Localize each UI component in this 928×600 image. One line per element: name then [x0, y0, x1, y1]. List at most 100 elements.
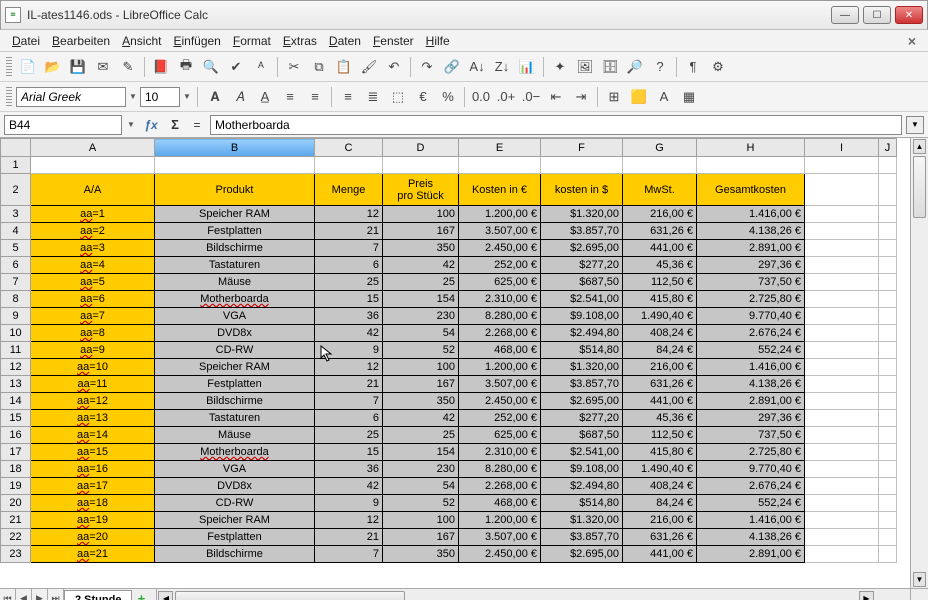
- cell[interactable]: [805, 376, 879, 393]
- align-right-icon[interactable]: ≡: [336, 85, 360, 109]
- tab-last-icon[interactable]: ⏭: [48, 589, 64, 600]
- column-header-C[interactable]: C: [315, 139, 383, 157]
- currency-icon[interactable]: €: [411, 85, 435, 109]
- cell[interactable]: 230: [383, 308, 459, 325]
- cell[interactable]: 112,50 €: [623, 427, 697, 444]
- cell[interactable]: 408,24 €: [623, 478, 697, 495]
- copy-icon[interactable]: ⧉: [307, 55, 331, 79]
- row-header-12[interactable]: 12: [1, 359, 31, 376]
- cell[interactable]: aa=17: [31, 478, 155, 495]
- cell[interactable]: [879, 393, 897, 410]
- scroll-down-icon[interactable]: ▼: [913, 572, 926, 587]
- cell[interactable]: [805, 174, 879, 206]
- cell[interactable]: 25: [383, 274, 459, 291]
- sort-desc-icon[interactable]: Z↓: [490, 55, 514, 79]
- cell[interactable]: 2.450,00 €: [459, 546, 541, 563]
- cell[interactable]: $277,20: [541, 410, 623, 427]
- cell[interactable]: Bildschirme: [155, 393, 315, 410]
- cell[interactable]: [805, 223, 879, 240]
- autospell-icon[interactable]: ᴬ: [249, 55, 273, 79]
- paste-icon[interactable]: 📋: [332, 55, 356, 79]
- cell[interactable]: [623, 157, 697, 174]
- cell[interactable]: 9: [315, 342, 383, 359]
- cell[interactable]: 1.416,00 €: [697, 206, 805, 223]
- help-icon[interactable]: ?: [648, 55, 672, 79]
- cell[interactable]: [805, 393, 879, 410]
- table-header-cell[interactable]: Preispro Stück: [383, 174, 459, 206]
- cell[interactable]: 84,24 €: [623, 342, 697, 359]
- styles-icon[interactable]: ¶: [681, 55, 705, 79]
- cell[interactable]: $3.857,70: [541, 529, 623, 546]
- cell[interactable]: 631,26 €: [623, 376, 697, 393]
- cell[interactable]: [805, 291, 879, 308]
- bg-color-icon[interactable]: 🟨: [627, 85, 651, 109]
- cell[interactable]: 2.725,80 €: [697, 291, 805, 308]
- gallery-icon[interactable]: 🖼: [573, 55, 597, 79]
- indent-less-icon[interactable]: ⇤: [544, 85, 568, 109]
- table-header-cell[interactable]: Produkt: [155, 174, 315, 206]
- row-header-16[interactable]: 16: [1, 427, 31, 444]
- grid-icon[interactable]: ▦: [677, 85, 701, 109]
- cell[interactable]: 15: [315, 444, 383, 461]
- row-header-4[interactable]: 4: [1, 223, 31, 240]
- cell[interactable]: 2.268,00 €: [459, 325, 541, 342]
- cell[interactable]: aa=4: [31, 257, 155, 274]
- function-wizard-icon[interactable]: ƒx: [140, 118, 162, 132]
- cell[interactable]: 216,00 €: [623, 512, 697, 529]
- cell[interactable]: $9.108,00: [541, 308, 623, 325]
- menu-einfügen[interactable]: Einfügen: [167, 32, 226, 50]
- sheet-table[interactable]: ABCDEFGHIJ 12A/AProduktMengePreispro Stü…: [0, 138, 897, 563]
- cell[interactable]: $3.857,70: [541, 376, 623, 393]
- tab-first-icon[interactable]: ⏮: [0, 589, 16, 600]
- cell[interactable]: 6: [315, 410, 383, 427]
- cell-reference-input[interactable]: [4, 115, 122, 135]
- column-header-A[interactable]: A: [31, 139, 155, 157]
- scroll-thumb[interactable]: [913, 156, 926, 218]
- cell[interactable]: aa=19: [31, 512, 155, 529]
- save-icon[interactable]: 💾: [66, 55, 90, 79]
- cell[interactable]: 21: [315, 529, 383, 546]
- cell[interactable]: [805, 359, 879, 376]
- cell[interactable]: 2.676,24 €: [697, 325, 805, 342]
- cell[interactable]: 167: [383, 223, 459, 240]
- cell[interactable]: 350: [383, 393, 459, 410]
- row-header-2[interactable]: 2: [1, 174, 31, 206]
- pdf-export-icon[interactable]: 📕: [149, 55, 173, 79]
- table-header-cell[interactable]: kosten in $: [541, 174, 623, 206]
- cell[interactable]: aa=13: [31, 410, 155, 427]
- table-header-cell[interactable]: A/A: [31, 174, 155, 206]
- cell[interactable]: 1.200,00 €: [459, 359, 541, 376]
- cell[interactable]: [697, 157, 805, 174]
- row-header-22[interactable]: 22: [1, 529, 31, 546]
- toolbar-grip[interactable]: [6, 87, 12, 107]
- italic-icon[interactable]: 𝐴: [228, 85, 252, 109]
- cell[interactable]: 167: [383, 376, 459, 393]
- merge-icon[interactable]: ⬚: [386, 85, 410, 109]
- align-justify-icon[interactable]: ≣: [361, 85, 385, 109]
- cell[interactable]: Festplatten: [155, 529, 315, 546]
- spell-icon[interactable]: ✔: [224, 55, 248, 79]
- cell[interactable]: VGA: [155, 461, 315, 478]
- cell[interactable]: DVD8x: [155, 325, 315, 342]
- cell[interactable]: [155, 157, 315, 174]
- format-paint-icon[interactable]: 🖌: [357, 55, 381, 79]
- cell[interactable]: 7: [315, 393, 383, 410]
- cell[interactable]: aa=5: [31, 274, 155, 291]
- column-header-D[interactable]: D: [383, 139, 459, 157]
- cell[interactable]: 7: [315, 240, 383, 257]
- undo-icon[interactable]: ↶: [382, 55, 406, 79]
- cell[interactable]: 1.490,40 €: [623, 308, 697, 325]
- menu-daten[interactable]: Daten: [323, 32, 367, 50]
- cell[interactable]: [805, 157, 879, 174]
- cell[interactable]: $2.695,00: [541, 546, 623, 563]
- cell[interactable]: aa=15: [31, 444, 155, 461]
- row-header-18[interactable]: 18: [1, 461, 31, 478]
- cell[interactable]: 2.310,00 €: [459, 291, 541, 308]
- cell[interactable]: 6: [315, 257, 383, 274]
- column-header-G[interactable]: G: [623, 139, 697, 157]
- cell[interactable]: 9: [315, 495, 383, 512]
- cell[interactable]: 45,36 €: [623, 257, 697, 274]
- cell[interactable]: 3.507,00 €: [459, 223, 541, 240]
- cell[interactable]: [879, 546, 897, 563]
- cell[interactable]: 45,36 €: [623, 410, 697, 427]
